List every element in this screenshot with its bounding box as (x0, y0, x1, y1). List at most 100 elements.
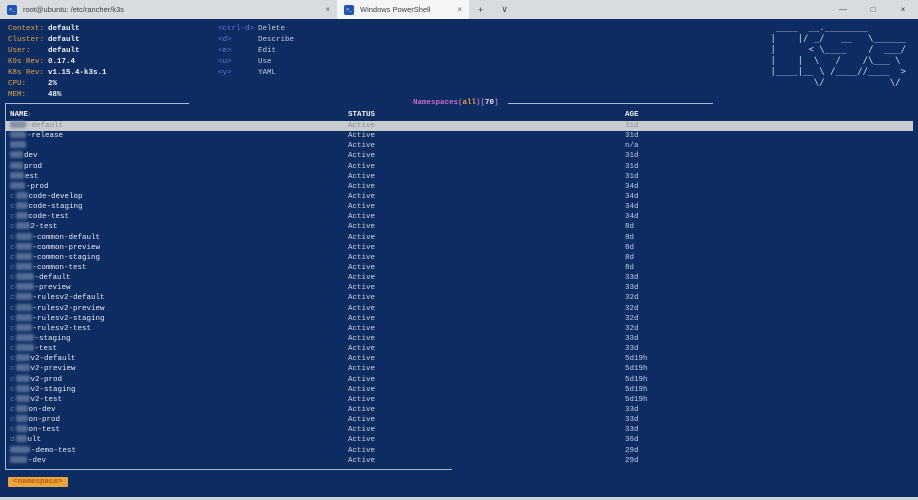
maximize-button[interactable]: □ (858, 0, 888, 19)
k9s-keybinding-list: <ctrl-d> Delete <d> Describe <e> Edit <u> Use <y… (218, 24, 294, 79)
table-row[interactable]: -release Active 31d (6, 131, 913, 141)
namespace-name: -dev (10, 455, 46, 466)
namespace-name: dev (10, 151, 38, 161)
table-row[interactable]: c -rulesv2-default Active 32d (6, 293, 913, 303)
sort-asc-icon: ↑ (28, 111, 32, 118)
namespace-age: 32d (625, 314, 639, 323)
namespace-name: -prod (10, 181, 49, 192)
k9s-keybinding: <ctrl-d> Delete (218, 24, 294, 35)
namespace-status: Active (348, 385, 376, 394)
redacted-text (15, 323, 32, 331)
namespace-name: c v2-staging (10, 384, 76, 395)
redaction-lead-char: c (10, 243, 15, 252)
table-row[interactable]: c v2-default Active 5d19h (6, 354, 913, 364)
new-tab-button[interactable]: + (469, 5, 492, 15)
table-row[interactable]: c -staging Active 33d (6, 333, 913, 344)
namespace-age: 8d (625, 263, 635, 272)
namespace-status: Active (348, 132, 376, 141)
namespace-status: Active (348, 304, 376, 313)
redaction-lead-char: c (10, 416, 15, 425)
table-row[interactable]: c on-prod Active 33d (6, 415, 913, 425)
table-row[interactable]: c code-staging Active 34d (6, 202, 913, 212)
namespace-name: c -staging (10, 333, 71, 344)
table-row[interactable]: c -common-staging Active 8d (6, 252, 913, 263)
table-row[interactable]: c on-dev Active 33d (6, 404, 913, 415)
namespace-name: c code-develop (10, 191, 83, 202)
table-row[interactable]: -default Active 31d (6, 121, 913, 132)
table-row[interactable]: d ult Active 36d (6, 435, 913, 445)
namespace-name: -demo-test (10, 445, 76, 456)
namespace-name: d ult (10, 435, 41, 445)
namespace-age: n/a (625, 142, 639, 151)
namespace-status: Active (348, 223, 376, 232)
namespace-status: Active (348, 345, 376, 354)
table-row[interactable]: c -test Active 33d (6, 344, 913, 354)
namespace-name-text: on-dev (28, 405, 56, 414)
namespace-name: c -rulesv2-preview (10, 303, 105, 314)
tab-close-icon[interactable]: × (325, 5, 330, 14)
column-header-name: NAME↑ (10, 111, 32, 119)
table-row[interactable]: c 2-test Active 8d (6, 222, 913, 232)
minimize-button[interactable]: — (828, 0, 858, 19)
table-row[interactable]: dev Active 31d (6, 151, 913, 161)
namespace-name-text: prod (24, 162, 43, 171)
table-row[interactable]: c -common-test Active 8d (6, 262, 913, 273)
table-row[interactable]: c -default Active 33d (6, 273, 913, 283)
namespace-name-text: -rulesv2-default (32, 294, 105, 303)
table-row[interactable]: c on-test Active 33d (6, 425, 913, 435)
namespace-status: Active (348, 405, 376, 414)
table-border-bottom (5, 469, 452, 470)
tab-windows-powershell[interactable]: >_ Windows PowerShell × (337, 0, 469, 19)
table-row[interactable]: c -rulesv2-test Active 32d (6, 323, 913, 334)
keybinding-key: <ctrl-d> (218, 25, 255, 33)
info-label: Context: (8, 25, 45, 33)
table-row[interactable]: Active n/a (6, 141, 913, 151)
namespace-age: 32d (625, 324, 639, 333)
close-button[interactable]: × (888, 0, 918, 19)
tab-dropdown-button[interactable]: ∨ (492, 4, 517, 15)
table-row[interactable]: c -preview Active 33d (6, 283, 913, 293)
table-row[interactable]: c v2-preview Active 5d19h (6, 364, 913, 374)
namespace-status: Active (348, 182, 376, 191)
terminal-icon: >_ (7, 4, 17, 15)
table-row[interactable]: est Active 31d (6, 171, 913, 182)
namespace-status: Active (348, 263, 376, 272)
k9s-info-line: Context: default (8, 24, 107, 35)
namespace-name-text: 2-test (30, 223, 58, 232)
table-row[interactable]: c code-develop Active 34d (6, 191, 913, 202)
table-row[interactable]: prod Active 31d (6, 161, 913, 172)
namespace-name: est (10, 171, 39, 182)
namespace-age: 33d (625, 426, 639, 435)
table-row[interactable]: c -rulesv2-preview Active 32d (6, 303, 913, 314)
redaction-lead-char: c (10, 385, 15, 394)
redacted-text (10, 445, 30, 453)
redacted-text (10, 121, 26, 128)
namespace-name: -release (10, 131, 63, 141)
namespace-status: Active (348, 243, 376, 252)
namespace-name-text: -common-test (32, 263, 87, 272)
table-row[interactable]: c v2-staging Active 5d19h (6, 384, 913, 395)
table-row[interactable]: c v2-test Active 5d19h (6, 394, 913, 405)
namespace-name-text: -test (34, 345, 58, 354)
tab-remote-session[interactable]: >_ root@ubuntu: /etc/rancher/k3s × (0, 0, 337, 19)
table-row[interactable]: c -common-preview Active 8d (6, 242, 913, 253)
namespace-name-text: -rulesv2-preview (32, 304, 105, 313)
table-row[interactable]: c -rulesv2-staging Active 32d (6, 313, 913, 324)
table-title-scope: all (462, 99, 477, 107)
namespace-name: c on-prod (10, 415, 60, 425)
redacted-text (15, 283, 34, 291)
table-row[interactable]: -prod Active 34d (6, 181, 913, 192)
table-row[interactable]: c -common-default Active 8d (6, 232, 913, 243)
namespace-name: -default (10, 121, 63, 131)
table-row[interactable]: c code-test Active 34d (6, 212, 913, 222)
redacted-text (15, 404, 28, 412)
table-row[interactable]: c v2-prod Active 5d19h (6, 374, 913, 385)
table-row[interactable]: -dev Active 29d (6, 455, 913, 466)
tab-close-icon[interactable]: × (457, 5, 462, 14)
breadcrumb-namespace[interactable]: <namespace> (8, 477, 68, 487)
namespace-status: Active (348, 274, 376, 283)
redaction-lead-char: c (10, 284, 15, 293)
table-row[interactable]: -demo-test Active 29d (6, 445, 913, 456)
namespace-status: Active (348, 172, 376, 181)
namespace-name-text: -rulesv2-staging (32, 314, 105, 323)
